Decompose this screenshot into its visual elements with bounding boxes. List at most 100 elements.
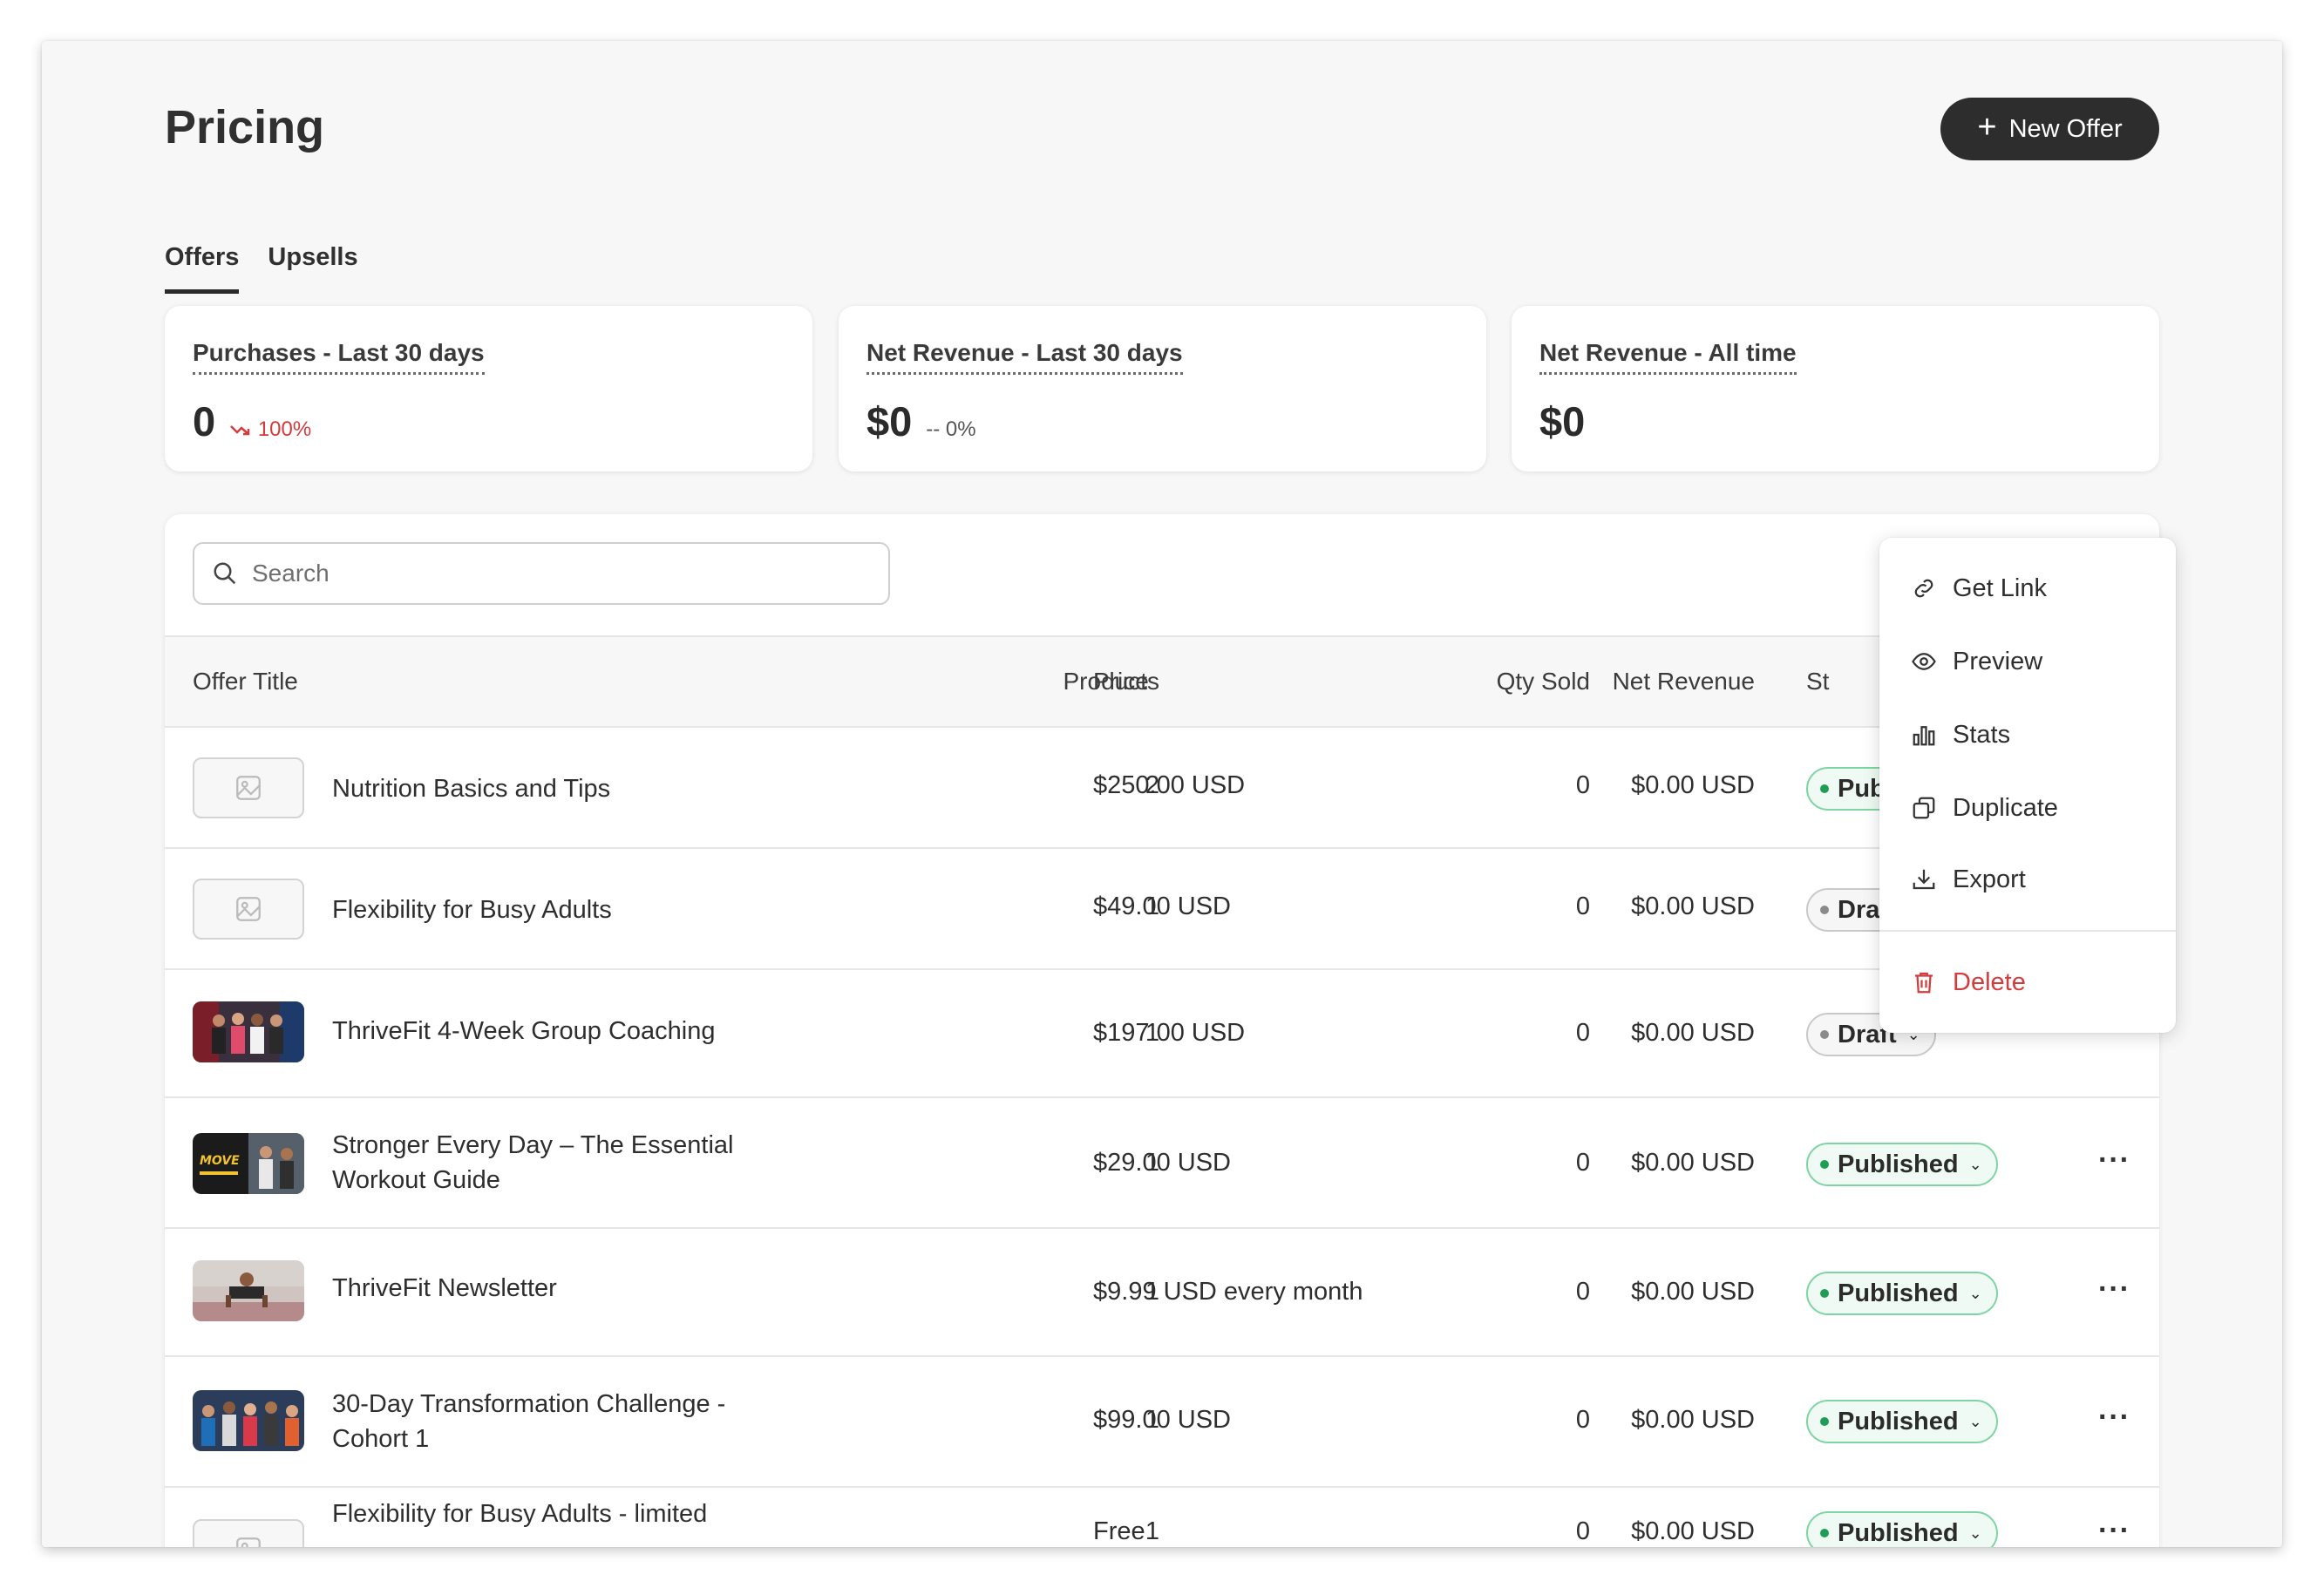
price: $197.00 USD (1093, 1019, 1246, 1047)
offer-title[interactable]: Flexibility for Busy Adults - limited (332, 1496, 785, 1531)
status-label: Published (1838, 1150, 1959, 1178)
qty-sold: 0 (1575, 1517, 1590, 1545)
qty-sold: 0 (1575, 1406, 1590, 1434)
table-row[interactable]: MOVE Stronger Every Day – The Essential … (165, 1098, 2159, 1229)
net-revenue: $0.00 USD (1631, 771, 1755, 799)
menu-item-export[interactable]: Export (1879, 848, 2176, 911)
status-dot (1820, 1030, 1829, 1039)
qty-sold: 0 (1575, 1149, 1590, 1177)
table-header: Offer Title Products Price Qty Sold Net … (165, 635, 2159, 728)
offer-title[interactable]: Flexibility for Busy Adults (332, 892, 785, 927)
menu-item-preview[interactable]: Preview (1879, 630, 2176, 693)
pushup-photo-icon (193, 1260, 304, 1321)
table-row[interactable]: Nutrition Basics and Tips 2 $250.00 USD … (165, 728, 2159, 849)
col-status[interactable]: St (1806, 668, 1829, 696)
plus-icon: + (1977, 109, 1997, 146)
search-icon (214, 562, 236, 585)
stat-card-purchases: Purchases - Last 30 days 0 100% (165, 306, 812, 472)
price: $49.00 USD (1093, 892, 1231, 920)
offer-title[interactable]: Nutrition Basics and Tips (332, 771, 785, 806)
status-dot (1820, 1289, 1829, 1298)
status-dot (1820, 784, 1829, 793)
search-input[interactable] (252, 560, 862, 587)
status-dot (1820, 1417, 1829, 1426)
chevron-down-icon: ⌄ (1968, 1412, 1982, 1430)
stat-value: 0 100% (193, 397, 311, 445)
chevron-down-icon: ⌄ (1968, 1155, 1982, 1173)
status-badge[interactable]: Published ⌄ (1806, 1400, 1998, 1443)
menu-item-label: Preview (1953, 647, 2043, 675)
offer-title[interactable]: Stronger Every Day – The Essential Worko… (332, 1128, 785, 1198)
table-row[interactable]: Flexibility for Busy Adults 1 $49.00 USD… (165, 849, 2159, 970)
stat-value: $0 -- 0% (866, 397, 976, 445)
table-row[interactable]: ThriveFit 4-Week Group Coaching 1 $197.0… (165, 970, 2159, 1098)
more-options-icon[interactable]: ··· (2098, 1143, 2130, 1177)
table-row[interactable]: 30-Day Transformation Challenge - Cohort… (165, 1357, 2159, 1488)
menu-item-label: Export (1953, 865, 2026, 893)
image-placeholder-icon (193, 1519, 304, 1547)
table-row[interactable]: Flexibility for Busy Adults - limited 1 … (165, 1488, 2159, 1547)
price: $99.00 USD (1093, 1406, 1231, 1434)
menu-item-delete[interactable]: Delete (1879, 951, 2176, 1014)
menu-item-stats[interactable]: Stats (1879, 703, 2176, 766)
offer-thumbnail (193, 1001, 304, 1062)
qty-sold: 0 (1575, 1278, 1590, 1306)
col-offer-title[interactable]: Offer Title (193, 668, 298, 696)
trend-down-icon (230, 425, 250, 436)
status-dot (1820, 1160, 1829, 1169)
status-badge[interactable]: Published ⌄ (1806, 1511, 1998, 1547)
stat-value: $0 (1539, 397, 1585, 445)
page-title: Pricing (165, 101, 325, 153)
tab-upsells[interactable]: Upsells (268, 201, 357, 271)
crowd-photo-icon (193, 1390, 304, 1451)
offers-table-card: Offer Title Products Price Qty Sold Net … (165, 514, 2159, 1547)
stat-label[interactable]: Net Revenue - All time (1539, 339, 1797, 375)
menu-item-duplicate[interactable]: Duplicate (1879, 777, 2176, 839)
stat-change: 100% (229, 417, 311, 442)
stat-label[interactable]: Purchases - Last 30 days (193, 339, 485, 375)
net-revenue: $0.00 USD (1631, 1278, 1755, 1306)
offer-title[interactable]: ThriveFit 4-Week Group Coaching (332, 1014, 785, 1048)
stat-card-revenue-30d: Net Revenue - Last 30 days $0 -- 0% (839, 306, 1486, 472)
tab-offers[interactable]: Offers (165, 201, 240, 294)
offer-title[interactable]: 30-Day Transformation Challenge - Cohort… (332, 1387, 785, 1456)
net-revenue: $0.00 USD (1631, 1406, 1755, 1434)
price: $29.00 USD (1093, 1149, 1231, 1177)
qty-sold: 0 (1575, 771, 1590, 799)
eye-icon (1912, 653, 1936, 670)
col-qty-sold[interactable]: Qty Sold (1497, 668, 1590, 696)
menu-item-get-link[interactable]: Get Link (1879, 557, 2176, 620)
products-count: 1 (1145, 1517, 1159, 1545)
download-icon (1913, 869, 1935, 890)
menu-item-label: Stats (1953, 720, 2011, 749)
qty-sold: 0 (1575, 892, 1590, 920)
status-badge[interactable]: Published ⌄ (1806, 1272, 1998, 1315)
menu-item-label: Duplicate (1953, 793, 2058, 822)
new-offer-button[interactable]: + New Offer (1940, 98, 2159, 160)
move-photo-icon: MOVE (193, 1133, 304, 1194)
more-options-icon[interactable]: ··· (2098, 1514, 2130, 1547)
status-dot (1820, 1529, 1829, 1537)
stat-label[interactable]: Net Revenue - Last 30 days (866, 339, 1183, 375)
status-dot (1820, 906, 1829, 914)
col-price[interactable]: Price (1093, 668, 1149, 696)
status-label: Published (1838, 1407, 1959, 1435)
net-revenue: $0.00 USD (1631, 892, 1755, 920)
image-placeholder-icon (193, 879, 304, 940)
duplicate-icon (1913, 797, 1935, 819)
app-window: Pricing + New Offer Offers Upsells Purch… (42, 41, 2282, 1547)
more-options-icon[interactable]: ··· (2098, 1401, 2130, 1435)
price: Free (1093, 1517, 1145, 1545)
col-net-revenue[interactable]: Net Revenue (1613, 668, 1755, 696)
offer-thumbnail (193, 1260, 304, 1321)
offer-title[interactable]: ThriveFit Newsletter (332, 1271, 785, 1306)
status-label: Published (1838, 1518, 1959, 1547)
table-row[interactable]: ThriveFit Newsletter 1 $9.99 USD every m… (165, 1229, 2159, 1357)
net-revenue: $0.00 USD (1631, 1517, 1755, 1545)
more-options-icon[interactable]: ··· (2098, 1272, 2130, 1306)
status-badge[interactable]: Published ⌄ (1806, 1143, 1998, 1186)
link-icon (1914, 579, 1933, 598)
tab-bar: Offers Upsells (165, 201, 358, 294)
bar-chart-icon (1913, 726, 1935, 746)
search-box[interactable] (193, 542, 890, 605)
